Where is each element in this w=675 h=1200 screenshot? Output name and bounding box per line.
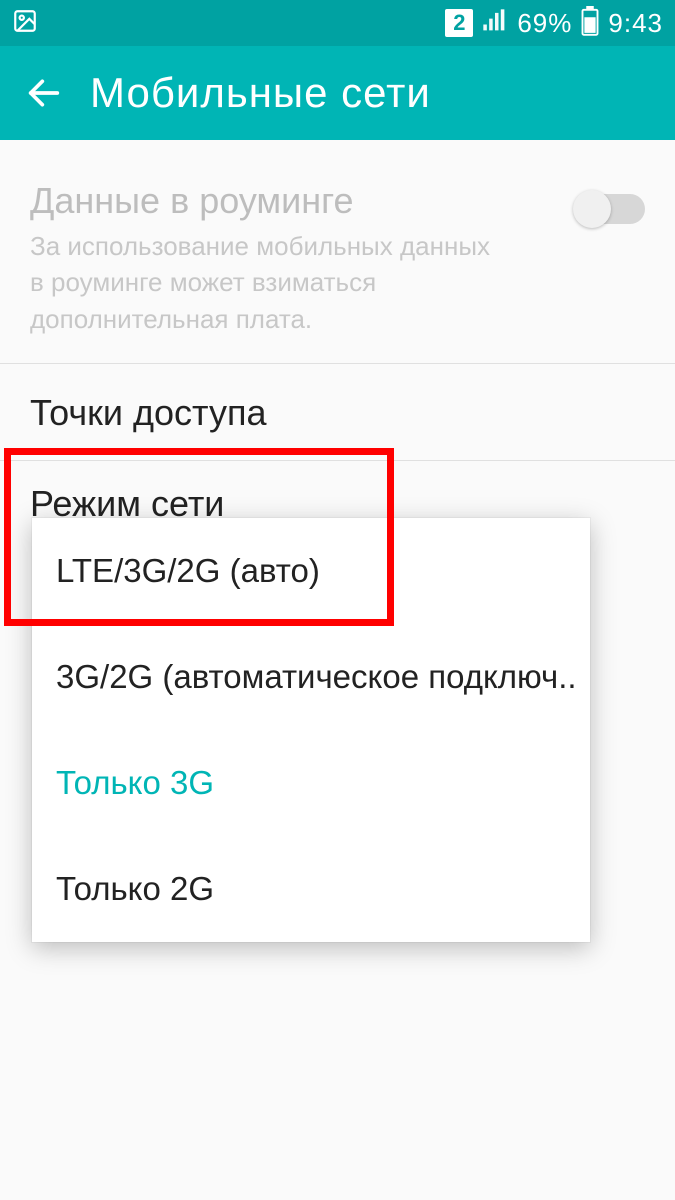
battery-icon xyxy=(580,6,600,41)
apn-title: Точки доступа xyxy=(30,392,645,434)
status-bar: 2 69% 9:43 xyxy=(0,0,675,46)
back-arrow-icon[interactable] xyxy=(24,73,64,113)
app-bar: Мобильные сети xyxy=(0,46,675,140)
page-title: Мобильные сети xyxy=(90,69,431,117)
network-mode-option-3g-2g[interactable]: 3G/2G (автоматическое подключ.. xyxy=(32,624,590,730)
battery-percent: 69% xyxy=(517,8,572,39)
network-mode-option-3g[interactable]: Только 3G xyxy=(32,730,590,836)
roaming-desc: За использование мобильных данных в роум… xyxy=(30,228,510,337)
roaming-toggle[interactable] xyxy=(575,194,645,224)
highlight-annotation xyxy=(4,448,394,626)
roaming-title: Данные в роуминге xyxy=(30,180,645,222)
toggle-knob xyxy=(573,190,611,228)
network-mode-option-2g[interactable]: Только 2G xyxy=(32,836,590,942)
sim-badge: 2 xyxy=(445,9,473,37)
screenshot-icon xyxy=(12,8,38,39)
apn-row[interactable]: Точки доступа xyxy=(0,364,675,461)
signal-icon xyxy=(481,8,509,39)
clock: 9:43 xyxy=(608,8,663,39)
roaming-row[interactable]: Данные в роуминге За использование мобил… xyxy=(0,140,675,364)
